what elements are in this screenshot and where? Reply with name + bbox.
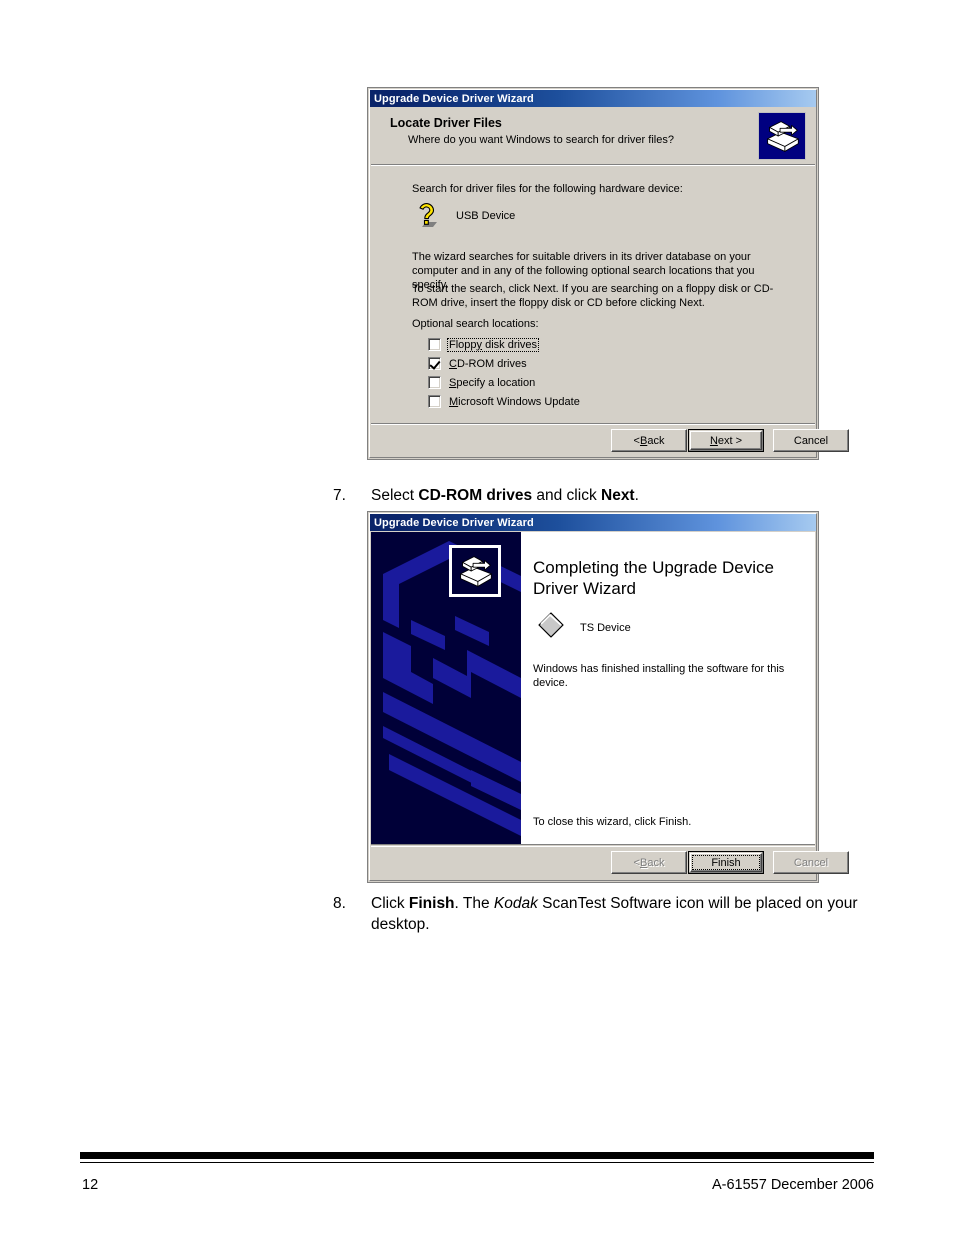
step-7: 7. Select CD-ROM drives and click Next. [333, 485, 893, 506]
back-button[interactable]: < Back [611, 429, 687, 452]
question-mark-icon [412, 199, 444, 231]
step-7-text: Select CD-ROM drives and click Next. [371, 487, 639, 504]
checkbox-row-floppy-disk-drives[interactable]: Floppy disk drives [428, 335, 582, 354]
wizard-body-pane: Search for driver files for the followin… [371, 167, 815, 421]
step-8-number: 8. [333, 895, 346, 912]
dialog-titlebar[interactable]: Upgrade Device Driver Wizard [370, 90, 816, 107]
footer-rule-thin [80, 1162, 874, 1163]
finish-button[interactable]: Finish [688, 851, 764, 874]
checkbox-row-specify-a-location[interactable]: Specify a location [428, 373, 582, 392]
checkbox-floppy-disk-drives[interactable] [428, 338, 441, 351]
finish-device-row: TS Device [536, 610, 631, 645]
checkbox-label-microsoft-windows-update: Microsoft Windows Update [449, 395, 580, 408]
dialog-titlebar[interactable]: Upgrade Device Driver Wizard [370, 514, 816, 531]
checkbox-row-cd-rom-drives[interactable]: CD-ROM drives [428, 354, 582, 373]
upgrade-device-driver-wizard-locate-dialog: Upgrade Device Driver Wizard Locate Driv… [367, 87, 849, 460]
wizard-header-band: Locate Driver Files Where do you want Wi… [371, 108, 815, 166]
dialog-title-text: Upgrade Device Driver Wizard [374, 92, 534, 105]
checkbox-cd-rom-drives[interactable] [428, 357, 441, 370]
next-button[interactable]: Next > [688, 429, 764, 452]
finish-close-hint: To close this wizard, click Finish. [533, 816, 692, 828]
wizard-button-bar: < Back Next > Cancel [371, 423, 849, 457]
wizard-finish-content: Completing the Upgrade Device Driver Wiz… [521, 532, 815, 844]
dialog-title-text: Upgrade Device Driver Wizard [374, 516, 534, 529]
wizard-button-bar: < Back Finish Cancel [371, 846, 849, 880]
document-page: Upgrade Device Driver Wizard Locate Driv… [0, 0, 954, 1235]
cancel-button[interactable]: Cancel [773, 851, 849, 874]
upgrade-device-driver-wizard-complete-dialog: Upgrade Device Driver Wizard Completing … [367, 511, 849, 883]
checkbox-label-floppy-disk-drives: Floppy disk drives [447, 337, 540, 352]
step-7-number: 7. [333, 487, 346, 504]
finish-status-text: Windows has finished installing the soft… [533, 663, 785, 689]
checkbox-microsoft-windows-update[interactable] [428, 395, 441, 408]
checkbox-specify-a-location[interactable] [428, 376, 441, 389]
wizard-finish-heading: Completing the Upgrade Device Driver Wiz… [533, 558, 774, 598]
step-8-text: Click Finish. The Kodak ScanTest Softwar… [371, 895, 858, 933]
wizard-header-title: Locate Driver Files [390, 116, 502, 130]
checkbox-label-cd-rom-drives: CD-ROM drives [449, 357, 527, 370]
wizard-finish-pane: Completing the Upgrade Device Driver Wiz… [371, 532, 815, 845]
checkbox-label-specify-a-location: Specify a location [449, 376, 536, 389]
optional-search-locations-list: Floppy disk drives CD-ROM drives Specify… [428, 335, 582, 411]
step-8: 8. Click Finish. The Kodak ScanTest Soft… [333, 893, 893, 935]
hardware-device-name: USB Device [456, 210, 516, 222]
wizard-sidebar-graphic [371, 532, 521, 844]
optional-search-locations-label: Optional search locations: [412, 318, 539, 330]
back-button[interactable]: < Back [611, 851, 687, 874]
diamond-device-icon [536, 610, 566, 645]
wizard-header-subtitle: Where do you want Windows to search for … [408, 134, 674, 146]
page-number: 12 [82, 1177, 99, 1193]
finish-device-name: TS Device [580, 621, 631, 634]
wizard-driver-icon [449, 545, 501, 597]
checkbox-row-microsoft-windows-update[interactable]: Microsoft Windows Update [428, 392, 582, 411]
cancel-button[interactable]: Cancel [773, 429, 849, 452]
wizard-paragraph-2: To start the search, click Next. If you … [412, 283, 774, 309]
footer-rule-thick [80, 1152, 874, 1159]
search-intro-text: Search for driver files for the followin… [412, 183, 683, 195]
wizard-driver-icon [758, 112, 806, 160]
footer-document-id: A-61557 December 2006 [711, 1177, 874, 1193]
